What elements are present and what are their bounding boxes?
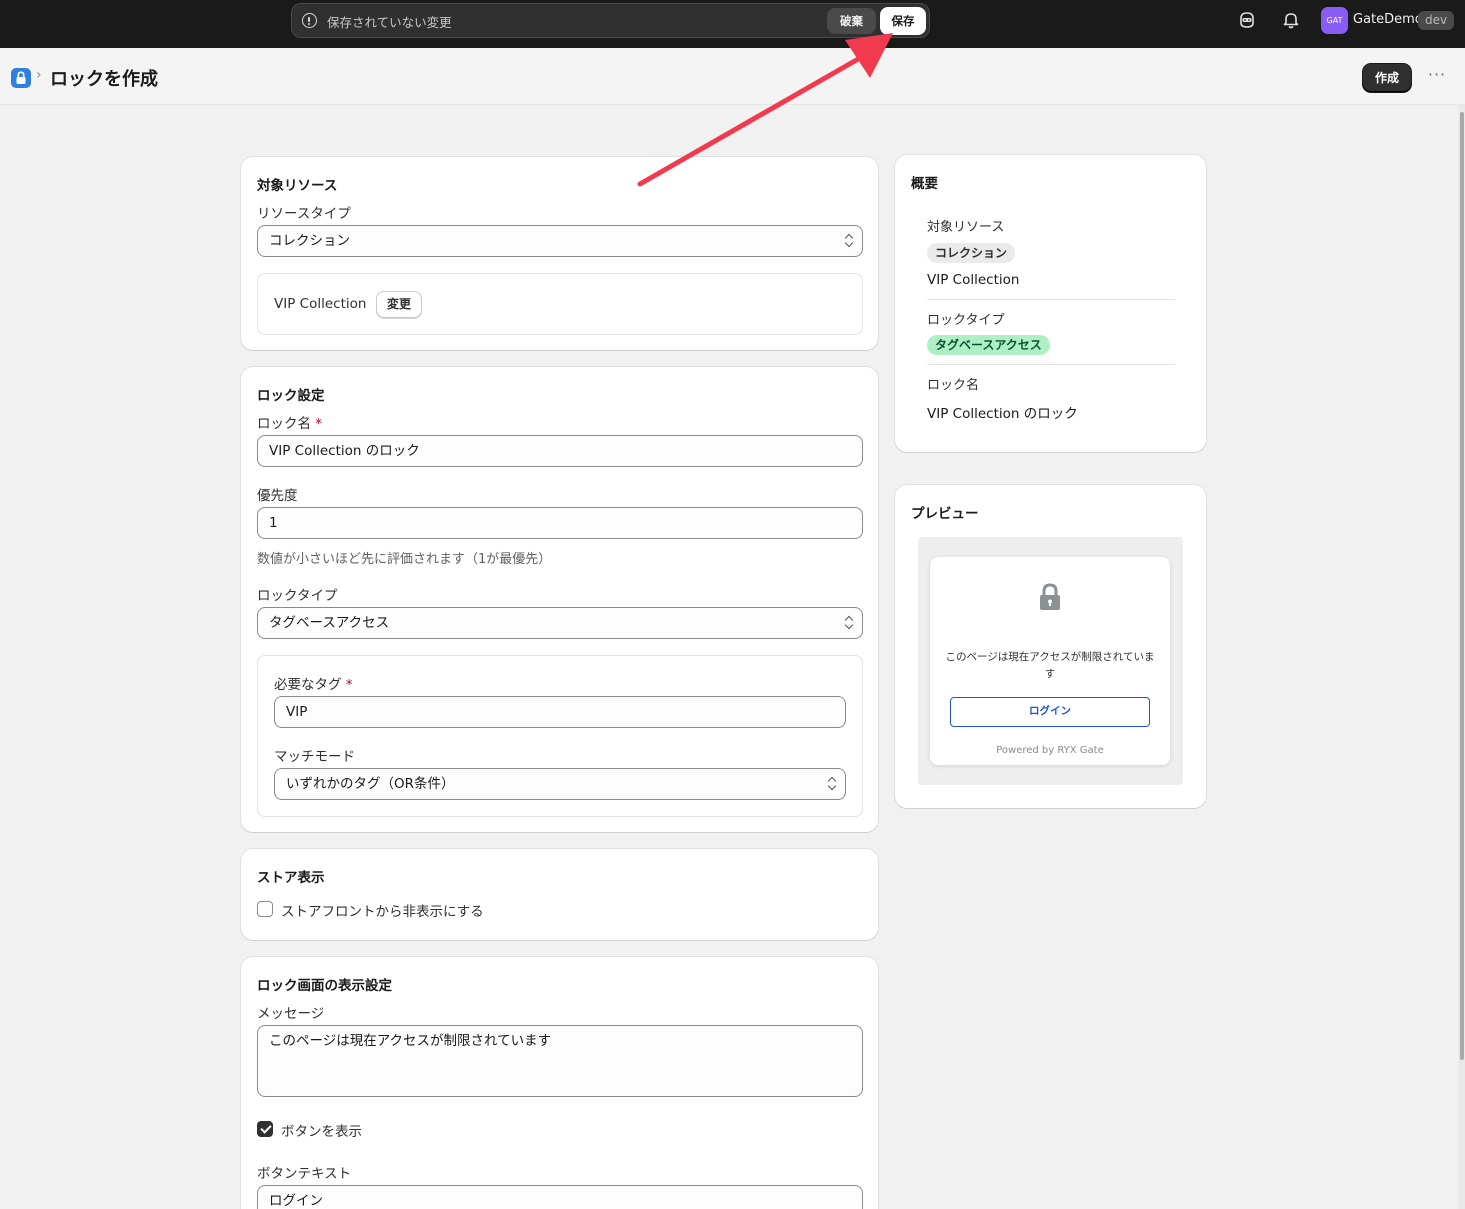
- summary-lock-type-badge: タグベースアクセス: [927, 335, 1050, 355]
- lock-name-input[interactable]: VIP Collection のロック: [257, 435, 863, 467]
- message-label: メッセージ: [257, 1006, 325, 1022]
- store-env-badge: dev: [1418, 11, 1455, 30]
- store-name[interactable]: GateDemo: [1353, 12, 1423, 27]
- select-chevron-icon: [845, 616, 853, 630]
- summary-card: 概要 対象リソース コレクション VIP Collection ロックタイプ タ…: [895, 155, 1206, 452]
- hide-from-storefront-checkbox[interactable]: [257, 901, 273, 917]
- required-tags-input[interactable]: VIP: [274, 696, 846, 728]
- tag-settings-box: 必要なタグ * VIP マッチモード いずれかのタグ（OR条件）: [257, 655, 863, 817]
- priority-label: 優先度: [257, 488, 298, 504]
- preview-lock-screen: このページは現在アクセスが制限されています ログイン Powered by RY…: [930, 557, 1170, 765]
- select-chevron-icon: [828, 777, 836, 791]
- lock-icon: [1040, 583, 1060, 610]
- resource-type-value: コレクション: [269, 233, 350, 249]
- lock-type-value: タグベースアクセス: [269, 615, 390, 631]
- more-actions-icon[interactable]: ···: [1426, 67, 1448, 88]
- summary-resource-name: VIP Collection: [927, 272, 1020, 288]
- preview-message: このページは現在アクセスが制限されています: [945, 651, 1155, 680]
- store-display-card: ストア表示 ストアフロントから非表示にする: [241, 849, 878, 940]
- preview-title: プレビュー: [911, 506, 979, 522]
- top-bar: 保存されていない変更 破棄 保存 GAT GateDemo dev: [0, 0, 1465, 48]
- match-mode-label: マッチモード: [274, 749, 355, 765]
- button-text-label: ボタンテキスト: [257, 1166, 352, 1182]
- select-chevron-icon: [845, 234, 853, 248]
- resource-type-label: リソースタイプ: [257, 206, 351, 222]
- resource-type-select[interactable]: コレクション: [257, 225, 863, 257]
- breadcrumb-chevron-icon: ›: [36, 67, 42, 83]
- unsaved-changes-bar: 保存されていない変更 破棄 保存: [291, 3, 930, 38]
- scrollbar-thumb[interactable]: [1460, 112, 1464, 1060]
- summary-title: 概要: [911, 176, 938, 192]
- lock-type-label: ロックタイプ: [257, 588, 338, 604]
- show-button-checkbox[interactable]: [257, 1121, 273, 1137]
- preview-card: プレビュー このページは現在アクセスが制限されています ログイン Powered…: [895, 485, 1206, 808]
- sidekick-icon[interactable]: [1237, 10, 1257, 30]
- selected-resource-box: VIP Collection 変更: [257, 273, 863, 335]
- priority-input[interactable]: 1: [257, 507, 863, 539]
- app-lock-icon[interactable]: [11, 68, 31, 88]
- save-button[interactable]: 保存: [880, 7, 926, 35]
- target-resource-title: 対象リソース: [257, 178, 338, 194]
- selected-resource-name: VIP Collection: [274, 296, 367, 312]
- summary-resource-label: 対象リソース: [927, 220, 1005, 235]
- summary-divider: [927, 299, 1175, 300]
- priority-help-text: 数値が小さいほど先に評価されます（1が最優先）: [257, 552, 552, 567]
- page-header: › ロックを作成 作成 ···: [0, 48, 1465, 105]
- preview-powered-by: Powered by RYX Gate: [996, 745, 1104, 756]
- summary-lock-name-label: ロック名: [927, 378, 980, 393]
- summary-lock-type-label: ロックタイプ: [927, 313, 1005, 328]
- hide-from-storefront-label[interactable]: ストアフロントから非表示にする: [281, 900, 484, 920]
- change-resource-button[interactable]: 変更: [376, 291, 423, 318]
- lock-settings-title: ロック設定: [257, 388, 325, 404]
- unsaved-changes-text: 保存されていない変更: [327, 15, 452, 30]
- store-display-title: ストア表示: [257, 870, 325, 886]
- discard-button[interactable]: 破棄: [827, 8, 876, 34]
- match-mode-select[interactable]: いずれかのタグ（OR条件）: [274, 768, 846, 800]
- target-resource-card: 対象リソース リソースタイプ コレクション VIP Collection 変更: [241, 157, 878, 350]
- page-title: ロックを作成: [50, 69, 158, 90]
- summary-resource-type-badge: コレクション: [927, 243, 1016, 263]
- create-button[interactable]: 作成: [1363, 64, 1411, 92]
- lock-screen-card: ロック画面の表示設定 メッセージ このページは現在アクセスが制限されています ボ…: [241, 957, 878, 1209]
- message-textarea[interactable]: このページは現在アクセスが制限されています: [257, 1025, 863, 1097]
- lock-type-select[interactable]: タグベースアクセス: [257, 607, 863, 639]
- bell-icon[interactable]: [1281, 10, 1301, 30]
- store-avatar[interactable]: GAT: [1321, 7, 1348, 34]
- button-text-input[interactable]: ログイン: [257, 1185, 863, 1209]
- required-tags-label: 必要なタグ *: [274, 677, 353, 693]
- lock-settings-card: ロック設定 ロック名 * VIP Collection のロック 優先度 1 数…: [241, 367, 878, 832]
- lock-name-label: ロック名 *: [257, 416, 323, 432]
- match-mode-value: いずれかのタグ（OR条件）: [286, 776, 455, 792]
- info-icon: [302, 13, 317, 28]
- lock-screen-title: ロック画面の表示設定: [257, 978, 392, 994]
- show-button-label[interactable]: ボタンを表示: [281, 1120, 362, 1140]
- preview-login-button: ログイン: [950, 697, 1150, 727]
- summary-divider: [927, 364, 1175, 365]
- preview-area: このページは現在アクセスが制限されています ログイン Powered by RY…: [918, 537, 1183, 785]
- summary-lock-name-value: VIP Collection のロック: [927, 406, 1078, 422]
